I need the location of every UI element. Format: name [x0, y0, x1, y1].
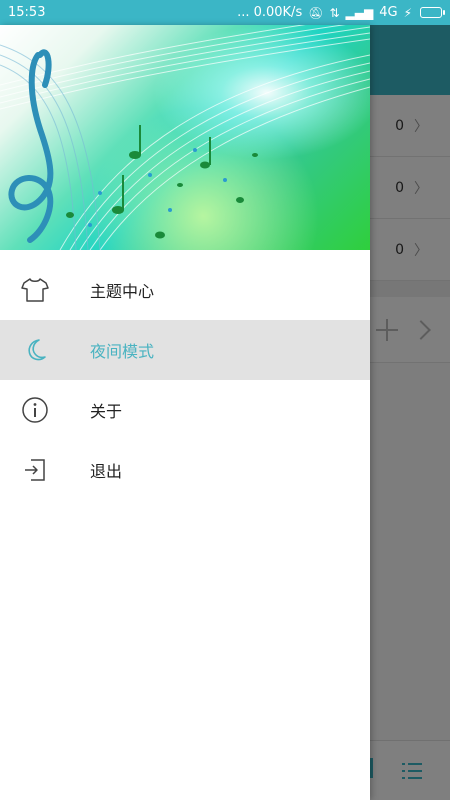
status-time: 15:53	[8, 5, 46, 20]
menu-item-label: 夜间模式	[90, 342, 155, 361]
network-type: 4G	[379, 5, 398, 20]
drawer-menu: 主题中心 夜间模式 关于 退出	[0, 260, 370, 500]
info-icon	[20, 395, 50, 425]
menu-item-exit[interactable]: 退出	[0, 440, 370, 500]
data-transfer-icon: ⇅	[329, 5, 340, 20]
tshirt-icon	[20, 275, 50, 305]
net-speed: ... 0.00K/s	[237, 5, 303, 20]
menu-item-label: 主题中心	[90, 282, 155, 301]
drawer-header-image	[0, 25, 370, 250]
menu-item-about[interactable]: 关于	[0, 380, 370, 440]
moon-icon	[20, 335, 50, 365]
menu-item-theme-center[interactable]: 主题中心	[0, 260, 370, 320]
status-bar: 15:53 ... 0.00K/s 🔕︎ ⇅ ▂▄▆ 4G ⚡︎	[0, 0, 450, 25]
navigation-drawer: 主题中心 夜间模式 关于 退出	[0, 25, 370, 800]
signal-icon: ▂▄▆	[345, 5, 374, 20]
battery-icon	[420, 7, 445, 18]
status-indicators: ... 0.00K/s 🔕︎ ⇅ ▂▄▆ 4G ⚡︎	[237, 5, 445, 20]
charging-icon: ⚡︎	[403, 5, 412, 20]
menu-item-label: 关于	[90, 402, 123, 421]
exit-icon	[20, 455, 50, 485]
alarm-off-icon: 🔕︎	[308, 5, 324, 20]
menu-item-night-mode[interactable]: 夜间模式	[0, 320, 370, 380]
menu-item-label: 退出	[90, 462, 123, 481]
music-notes-banner	[0, 25, 370, 250]
